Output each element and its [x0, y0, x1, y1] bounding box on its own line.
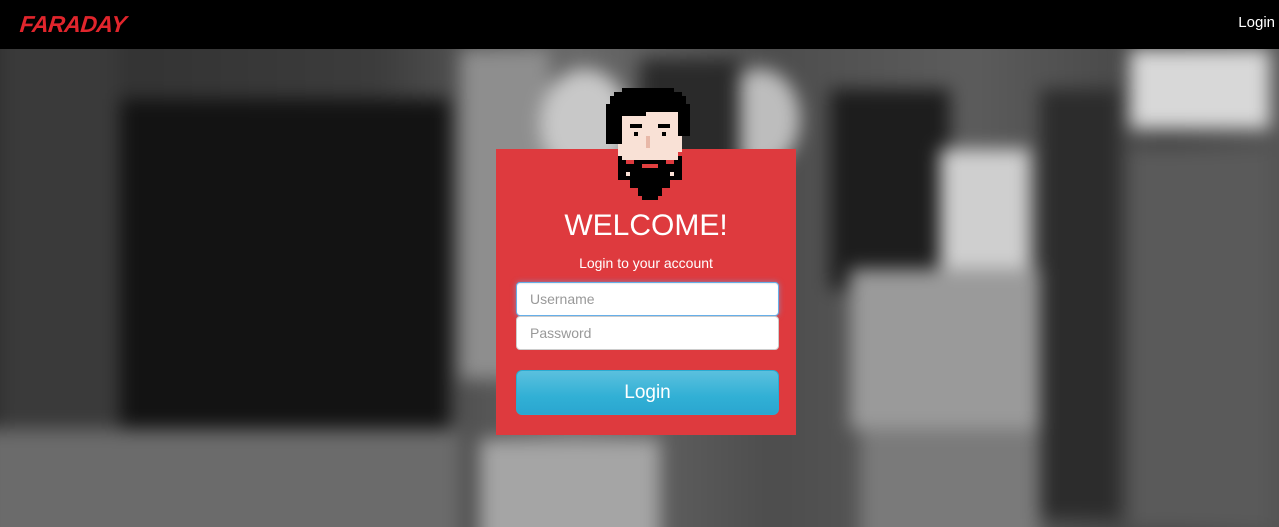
password-input[interactable] — [516, 316, 779, 350]
top-navbar: FARADAY Login — [0, 0, 1279, 49]
login-button[interactable]: Login — [516, 370, 779, 415]
nav-login-link[interactable]: Login — [1238, 14, 1275, 31]
login-subtitle: Login to your account — [579, 255, 713, 271]
avatar-icon — [606, 88, 690, 200]
welcome-title: WELCOME! — [564, 209, 728, 242]
brand-logo[interactable]: FARADAY — [19, 11, 128, 38]
username-input[interactable] — [516, 282, 779, 316]
